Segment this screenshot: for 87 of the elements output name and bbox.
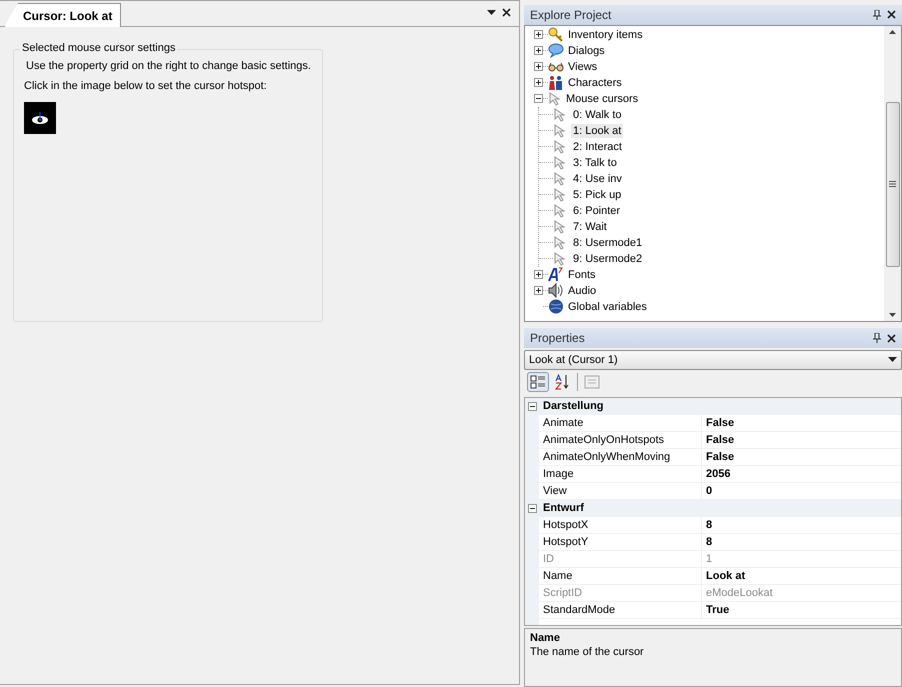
cursor-icon: [553, 252, 567, 266]
property-name[interactable]: HotspotY: [539, 534, 702, 550]
collapse-icon[interactable]: [528, 504, 537, 513]
speech-bubble-icon: [548, 43, 564, 58]
tree-item[interactable]: 5: Pick up: [539, 186, 884, 203]
expand-icon[interactable]: [534, 78, 543, 88]
property-name[interactable]: Animate: [539, 414, 702, 431]
cursor-icon: [553, 188, 567, 202]
document-tab[interactable]: Cursor: Look at: [4, 3, 122, 27]
property-value[interactable]: True: [702, 602, 901, 618]
collapse-icon[interactable]: [534, 94, 543, 104]
property-value[interactable]: 8: [702, 516, 901, 533]
tree-item[interactable]: Inventory items: [534, 26, 884, 43]
tree-item[interactable]: Audio: [534, 282, 884, 299]
expand-icon[interactable]: [534, 46, 543, 56]
instruction-text: Click in the image below to set the cursor hotspot:: [24, 80, 268, 92]
pin-icon[interactable]: [873, 10, 881, 20]
description-text: The name of the cursor: [530, 646, 645, 658]
scroll-down-icon[interactable]: [889, 313, 896, 318]
group-title: Selected mouse cursor settings: [20, 42, 178, 54]
hint-text: Use the property grid on the right to change basic settings.: [25, 60, 312, 72]
property-name[interactable]: Name: [539, 568, 702, 584]
cursor-icon: [553, 140, 567, 154]
property-name[interactable]: Image: [539, 466, 702, 482]
scrollbar-thumb[interactable]: [886, 102, 900, 267]
cursor-icon: [553, 172, 567, 186]
cursor-icon: [553, 108, 567, 122]
cursor-icon: [553, 156, 567, 170]
cursor-icon: [553, 236, 567, 250]
cursor-icon: [553, 220, 567, 234]
property-value[interactable]: 8: [702, 534, 901, 550]
property-value[interactable]: Look at: [702, 568, 901, 584]
tree-item[interactable]: Views: [534, 58, 884, 75]
property-name[interactable]: View: [539, 482, 702, 499]
category-title: Darstellung: [543, 400, 604, 412]
tree-item[interactable]: Global variables: [534, 298, 884, 315]
tree-item[interactable]: 7: Wait: [539, 218, 884, 235]
tree-item[interactable]: Characters: [534, 74, 884, 91]
close-icon[interactable]: [502, 8, 511, 17]
keys-icon: [548, 27, 564, 42]
cursor-icon: [553, 204, 567, 218]
tree-item[interactable]: Mouse cursors: [534, 90, 884, 107]
description-title: Name: [530, 632, 561, 644]
font-icon: [548, 267, 564, 282]
property-name[interactable]: HotspotX: [539, 516, 702, 533]
expand-icon[interactable]: [534, 30, 543, 40]
pane-title: Explore Project: [530, 8, 612, 22]
property-name[interactable]: AnimateOnlyWhenMoving: [539, 448, 702, 465]
property-value[interactable]: False: [702, 448, 901, 465]
property-name[interactable]: StandardMode: [539, 602, 702, 618]
close-icon[interactable]: [887, 334, 896, 342]
object-dropdown[interactable]: Look at (Cursor 1): [524, 350, 902, 370]
expand-icon[interactable]: [534, 286, 543, 296]
pane-title: Properties: [530, 331, 585, 345]
tree-item[interactable]: 4: Use inv: [539, 170, 884, 187]
cursor-icon: [553, 124, 567, 138]
collapse-icon[interactable]: [528, 402, 537, 411]
cursor-icon: [548, 92, 562, 106]
grip-icon: [889, 181, 896, 188]
expand-icon[interactable]: [534, 270, 543, 280]
tree-item[interactable]: 3: Talk to: [539, 154, 884, 171]
categorized-button[interactable]: [527, 372, 549, 392]
tree-item[interactable]: Dialogs: [534, 42, 884, 59]
scroll-up-icon[interactable]: [889, 30, 896, 34]
expand-icon[interactable]: [534, 62, 543, 72]
pin-icon[interactable]: [873, 333, 881, 343]
cursor-image[interactable]: [24, 102, 56, 134]
globe-icon: [548, 299, 564, 314]
property-value[interactable]: False: [702, 432, 901, 448]
tree-item[interactable]: 9: Usermode2: [539, 250, 884, 267]
caret-icon[interactable]: [888, 357, 897, 362]
property-value[interactable]: 2056: [702, 466, 901, 482]
property-value[interactable]: 0: [702, 482, 901, 499]
tree-item[interactable]: 6: Pointer: [539, 202, 884, 219]
caret-icon[interactable]: [487, 10, 496, 15]
property-name[interactable]: AnimateOnlyOnHotspots: [539, 432, 702, 448]
tree-item[interactable]: Fonts: [534, 266, 884, 283]
speaker-icon: [548, 283, 564, 298]
tree-item[interactable]: 1: Look at: [539, 122, 884, 139]
tree-item[interactable]: 0: Walk to: [539, 106, 884, 123]
scrollbar[interactable]: [884, 26, 901, 322]
people-icon: [548, 75, 564, 90]
tree-item[interactable]: 2: Interact: [539, 138, 884, 155]
property-value[interactable]: False: [702, 414, 901, 431]
tree-item[interactable]: 8: Usermode1: [539, 234, 884, 251]
category-title: Entwurf: [543, 502, 584, 514]
close-icon[interactable]: [887, 10, 896, 20]
